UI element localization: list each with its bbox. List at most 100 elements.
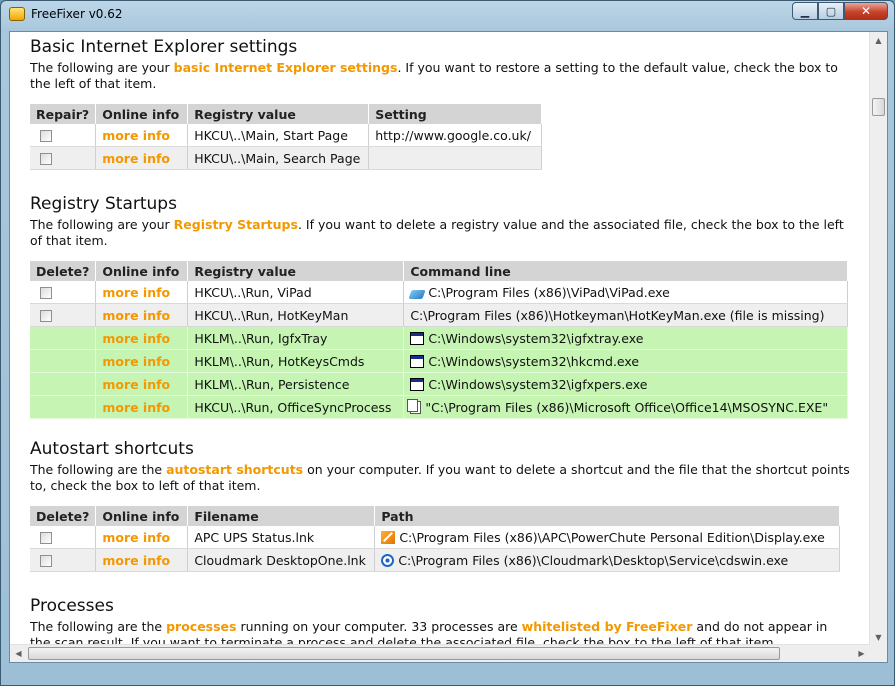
registry-value-cell: HKCU\..\Run, OfficeSyncProcess	[187, 395, 405, 419]
path-cell: C:\Program Files (x86)\Cloudmark\Desktop…	[374, 548, 840, 572]
filename-cell: APC UPS Status.lnk	[187, 526, 376, 549]
ie-settings-description: The following are your basic Internet Ex…	[30, 60, 838, 91]
scroll-right-icon: ▶	[858, 649, 865, 658]
column-header-online-info: Online info	[95, 104, 189, 124]
more-info-link[interactable]: more info	[102, 377, 170, 392]
table-row: more info HKLM\..\Run, Persistence C:\Wi…	[30, 372, 848, 396]
delete-checkbox[interactable]	[40, 555, 52, 567]
more-info-link[interactable]: more info	[102, 354, 170, 369]
column-header-delete: Delete?	[30, 261, 97, 281]
command-line-cell: C:\Program Files (x86)\Hotkeyman\HotKeyM…	[403, 303, 848, 327]
apc-icon	[381, 530, 396, 544]
document-icon	[407, 398, 422, 414]
processes-link[interactable]: processes	[166, 619, 236, 634]
column-header-path: Path	[374, 506, 840, 526]
setting-cell: http://www.google.co.uk/	[368, 124, 543, 147]
table-header-row: Delete? Online info Registry value Comma…	[30, 261, 848, 281]
table-row: more info HKLM\..\Run, IgfxTray C:\Windo…	[30, 326, 848, 350]
table-row: more info HKCU\..\Run, OfficeSyncProcess…	[30, 395, 848, 419]
scroll-left-button[interactable]: ◀	[10, 645, 27, 662]
ie-settings-heading: Basic Internet Explorer settings	[30, 37, 298, 57]
horizontal-scrollbar[interactable]: ◀ ▶	[10, 644, 870, 662]
table-row: more info Cloudmark DesktopOne.lnk C:\Pr…	[30, 548, 840, 572]
delete-checkbox[interactable]	[40, 532, 52, 544]
scroll-up-icon: ▲	[875, 36, 882, 45]
delete-checkbox[interactable]	[40, 287, 52, 299]
more-info-link[interactable]: more info	[102, 331, 170, 346]
repair-checkbox[interactable]	[40, 153, 52, 165]
vertical-scrollbar[interactable]: ▲ ▼	[869, 32, 887, 646]
minimize-button[interactable]: ▁	[792, 2, 818, 20]
window-icon	[410, 354, 425, 368]
more-info-link[interactable]: more info	[102, 530, 170, 545]
window-icon	[410, 331, 425, 345]
column-header-setting: Setting	[368, 104, 543, 124]
ie-settings-link[interactable]: basic Internet Explorer settings	[174, 60, 398, 75]
table-row: more info HKLM\..\Run, HotKeysCmds C:\Wi…	[30, 349, 848, 373]
registry-startups-table: Delete? Online info Registry value Comma…	[30, 261, 848, 419]
registry-value-cell: HKCU\..\Main, Search Page	[187, 146, 370, 170]
maximize-button[interactable]: ▢	[818, 2, 844, 20]
more-info-link[interactable]: more info	[102, 400, 170, 415]
close-icon: ✕	[860, 4, 872, 18]
more-info-link[interactable]: more info	[102, 285, 170, 300]
minimize-icon: ▁	[800, 4, 810, 18]
scroll-down-button[interactable]: ▼	[870, 629, 887, 646]
scroll-up-button[interactable]: ▲	[870, 32, 887, 49]
more-info-link[interactable]: more info	[102, 151, 170, 166]
table-header-row: Delete? Online info Filename Path	[30, 506, 840, 526]
command-line-cell: C:\Program Files (x86)\ViPad\ViPad.exe	[403, 281, 848, 304]
autostart-shortcuts-heading: Autostart shortcuts	[30, 439, 194, 459]
vertical-scroll-thumb[interactable]	[872, 98, 885, 116]
table-row: more info HKCU\..\Run, HotKeyMan C:\Prog…	[30, 303, 848, 327]
registry-value-cell: HKLM\..\Run, Persistence	[187, 372, 405, 396]
column-header-delete: Delete?	[30, 506, 97, 526]
autostart-shortcuts-description: The following are the autostart shortcut…	[30, 462, 850, 493]
whitelisted-link[interactable]: whitelisted by FreeFixer	[522, 619, 693, 634]
command-line-cell: C:\Windows\system32\igfxpers.exe	[403, 372, 848, 396]
app-window: FreeFixer v0.62 ▁ ▢ ✕ Basic Internet Exp…	[0, 0, 895, 686]
registry-value-cell: HKCU\..\Run, ViPad	[187, 281, 405, 304]
maximize-icon: ▢	[825, 4, 837, 18]
window-controls: ▁ ▢ ✕	[792, 2, 888, 20]
command-line-cell: C:\Windows\system32\hkcmd.exe	[403, 349, 848, 373]
column-header-registry-value: Registry value	[187, 104, 370, 124]
column-header-repair: Repair?	[30, 104, 97, 124]
column-header-command-line: Command line	[403, 261, 848, 281]
delete-checkbox[interactable]	[40, 310, 52, 322]
table-row: more info HKCU\..\Run, ViPad C:\Program …	[30, 281, 848, 304]
registry-startups-link[interactable]: Registry Startups	[174, 217, 298, 232]
scan-results-content: Basic Internet Explorer settings The fol…	[10, 32, 870, 646]
column-header-registry-value: Registry value	[187, 261, 405, 281]
table-header-row: Repair? Online info Registry value Setti…	[30, 104, 543, 124]
scan-results-view: Basic Internet Explorer settings The fol…	[9, 31, 888, 663]
horizontal-scroll-thumb[interactable]	[28, 647, 780, 660]
column-header-filename: Filename	[187, 506, 376, 526]
more-info-link[interactable]: more info	[102, 553, 170, 568]
cloudmark-icon	[381, 553, 395, 567]
setting-cell	[368, 146, 543, 170]
autostart-shortcuts-link[interactable]: autostart shortcuts	[166, 462, 303, 477]
window-icon	[410, 377, 425, 391]
registry-value-cell: HKCU\..\Run, HotKeyMan	[187, 303, 405, 327]
table-row: more info APC UPS Status.lnk C:\Program …	[30, 526, 840, 549]
filename-cell: Cloudmark DesktopOne.lnk	[187, 548, 376, 572]
registry-value-cell: HKCU\..\Main, Start Page	[187, 124, 370, 147]
registry-startups-heading: Registry Startups	[30, 194, 177, 214]
repair-checkbox[interactable]	[40, 130, 52, 142]
window-title: FreeFixer v0.62	[31, 7, 123, 21]
scroll-right-button[interactable]: ▶	[853, 645, 870, 662]
table-row: more info HKCU\..\Main, Start Page http:…	[30, 124, 543, 147]
freefixer-app-icon	[9, 7, 25, 21]
more-info-link[interactable]: more info	[102, 128, 170, 143]
column-header-online-info: Online info	[95, 261, 189, 281]
scroll-down-icon: ▼	[875, 633, 882, 642]
more-info-link[interactable]: more info	[102, 308, 170, 323]
path-cell: C:\Program Files (x86)\APC\PowerChute Pe…	[374, 526, 840, 549]
title-bar[interactable]: FreeFixer v0.62 ▁ ▢ ✕	[1, 1, 894, 29]
registry-value-cell: HKLM\..\Run, IgfxTray	[187, 326, 405, 350]
close-button[interactable]: ✕	[844, 2, 888, 20]
command-line-cell: C:\Windows\system32\igfxtray.exe	[403, 326, 848, 350]
ie-settings-table: Repair? Online info Registry value Setti…	[30, 104, 543, 170]
autostart-shortcuts-table: Delete? Online info Filename Path more i…	[30, 506, 840, 572]
